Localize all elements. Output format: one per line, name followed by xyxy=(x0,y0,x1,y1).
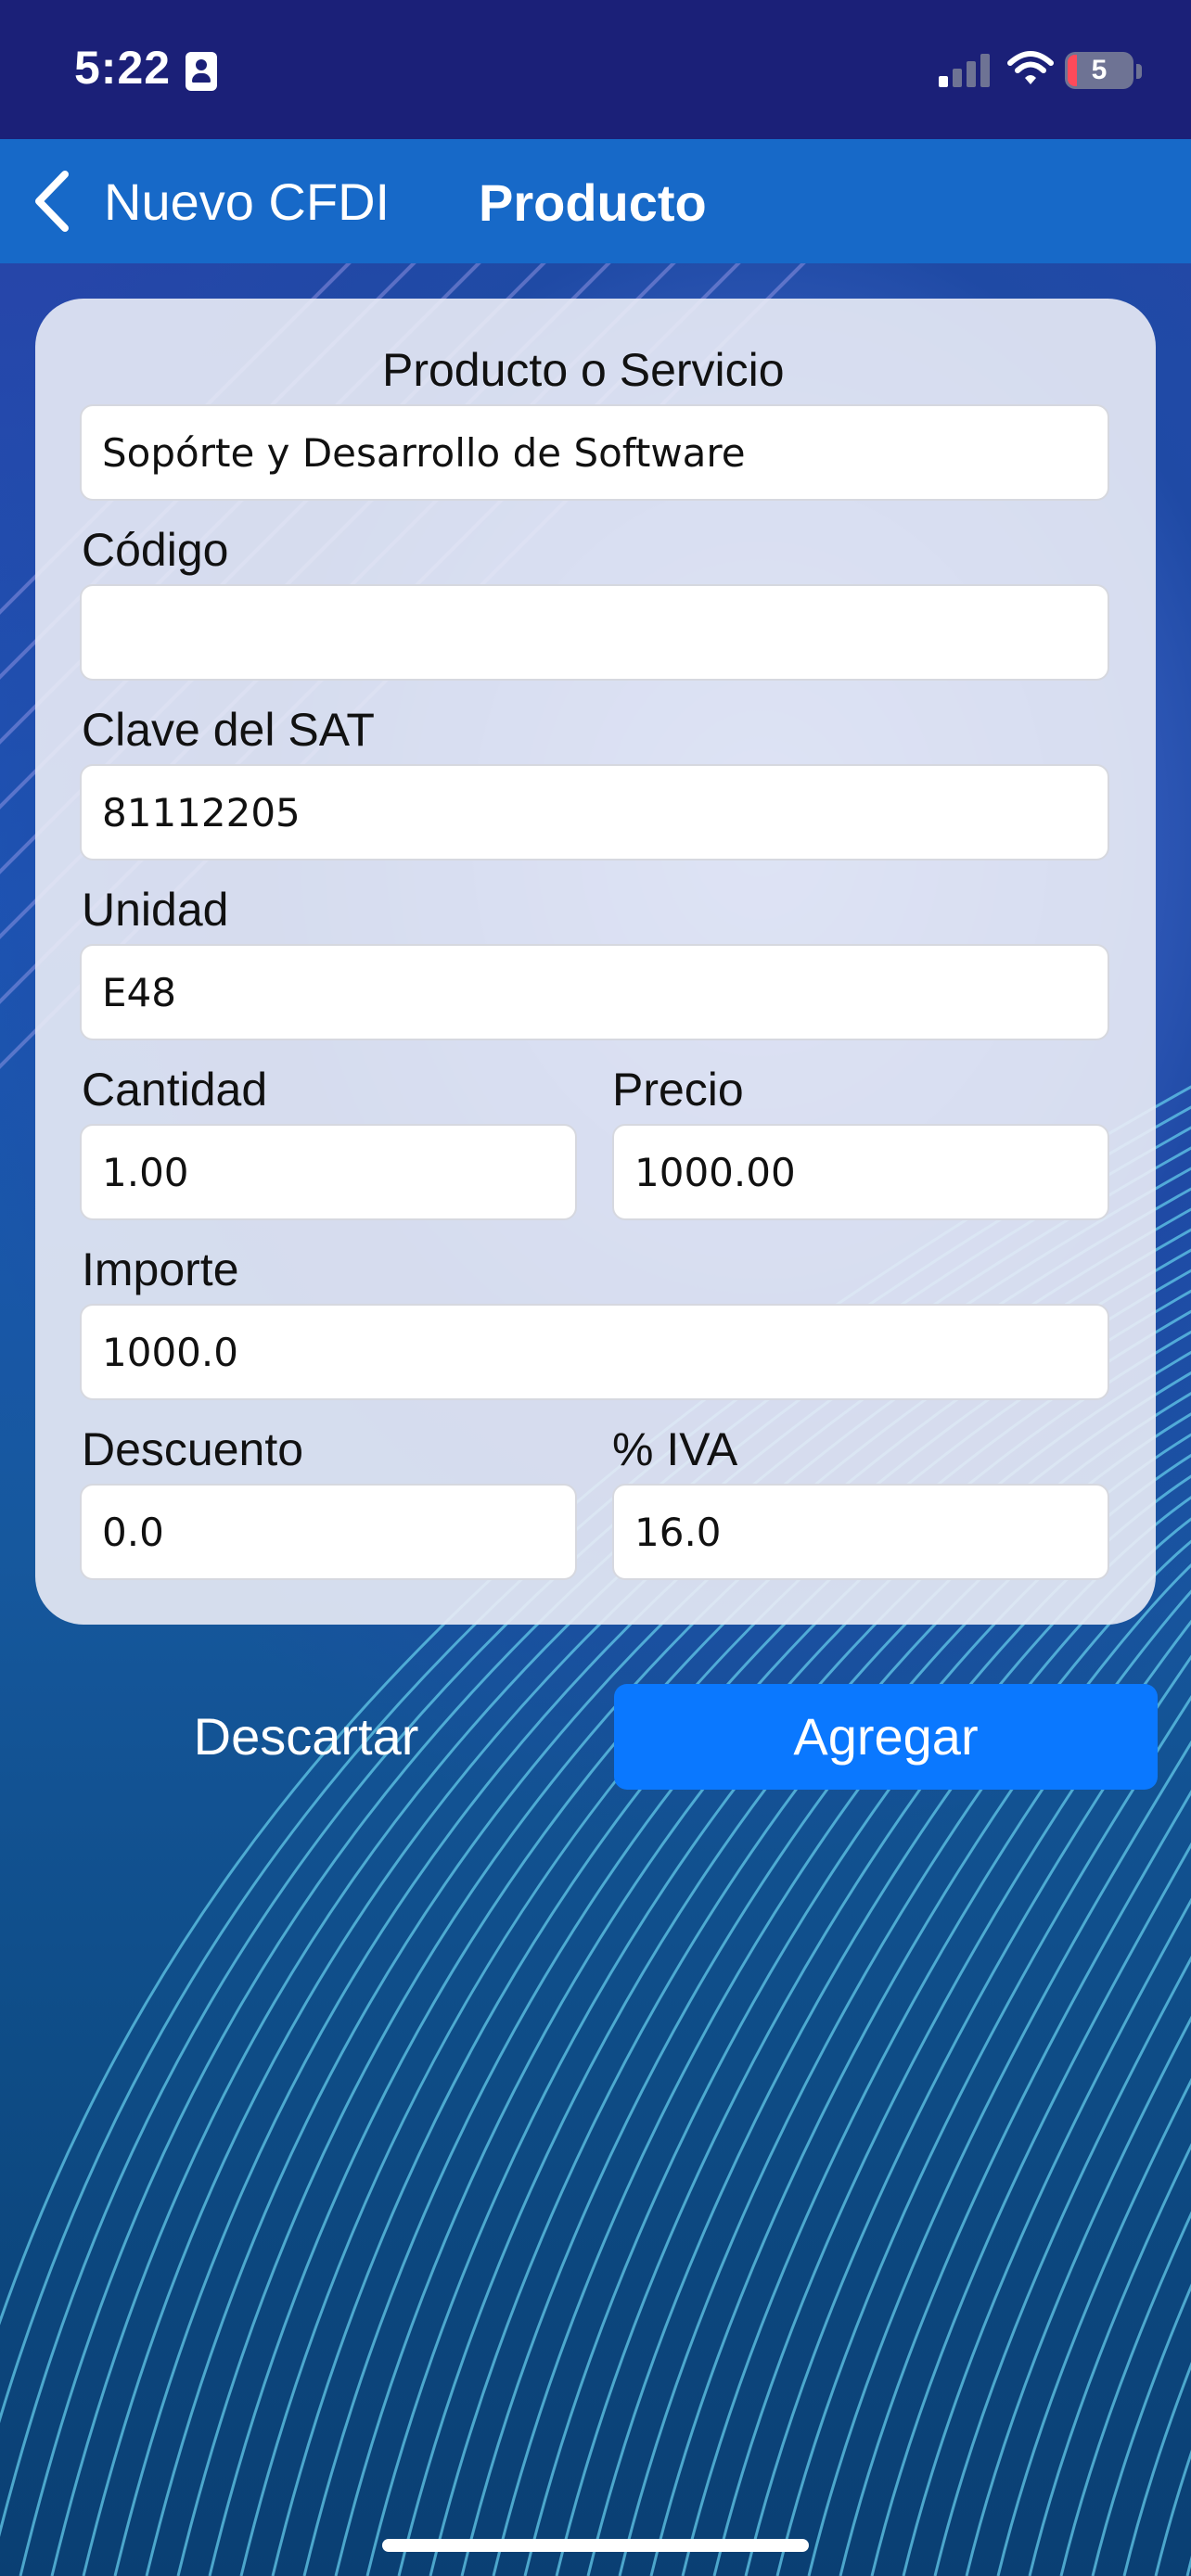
home-indicator[interactable] xyxy=(382,2539,809,2552)
wave-line xyxy=(1059,2211,1191,2576)
cantidad-label: Cantidad xyxy=(82,1064,268,1116)
back-label: Nuevo CFDI xyxy=(104,172,391,231)
battery-icon: 5 xyxy=(1065,52,1133,89)
signal-icon xyxy=(939,54,990,87)
wave-line xyxy=(1154,2449,1191,2576)
page-title: Producto xyxy=(479,173,707,232)
wave-line xyxy=(1028,2142,1191,2576)
clave-sat-label: Clave del SAT xyxy=(82,704,375,756)
codigo-label: Código xyxy=(82,524,229,576)
descuento-input[interactable]: 0.0 xyxy=(80,1484,577,1580)
producto-input[interactable]: Sopórte y Desarrollo de Software xyxy=(80,404,1109,501)
cantidad-input[interactable]: 1.00 xyxy=(80,1124,577,1220)
back-button[interactable]: Nuevo CFDI xyxy=(32,161,390,241)
status-time: 5:22 xyxy=(74,42,172,94)
battery-tip xyxy=(1136,64,1142,79)
discard-button[interactable]: Descartar xyxy=(102,1686,510,1788)
unidad-label: Unidad xyxy=(82,884,229,936)
iva-label: % IVA xyxy=(612,1423,738,1475)
precio-input[interactable]: 1000.00 xyxy=(612,1124,1109,1220)
chevron-left-icon xyxy=(35,171,69,232)
add-button[interactable]: Agregar xyxy=(614,1684,1158,1790)
wifi-icon xyxy=(1007,51,1054,84)
battery-level: 5 xyxy=(1091,55,1108,85)
status-bar: 5:22 5 xyxy=(0,0,1191,139)
importe-label: Importe xyxy=(82,1243,239,1295)
descuento-label: Descuento xyxy=(82,1423,304,1475)
unidad-input[interactable]: E48 xyxy=(80,944,1109,1040)
producto-label: Producto o Servicio xyxy=(382,344,785,396)
precio-label: Precio xyxy=(612,1064,744,1116)
wave-line xyxy=(870,1842,1191,2576)
importe-input[interactable]: 1000.0 xyxy=(80,1304,1109,1400)
navigation-bar: Nuevo CFDI Producto xyxy=(0,139,1191,263)
clave-sat-input[interactable]: 81112205 xyxy=(80,764,1109,861)
id-card-icon xyxy=(186,52,217,91)
iva-input[interactable]: 16.0 xyxy=(612,1484,1109,1580)
product-form-card: Producto o Servicio Sopórte y Desarrollo… xyxy=(35,299,1156,1625)
codigo-input[interactable] xyxy=(80,584,1109,681)
